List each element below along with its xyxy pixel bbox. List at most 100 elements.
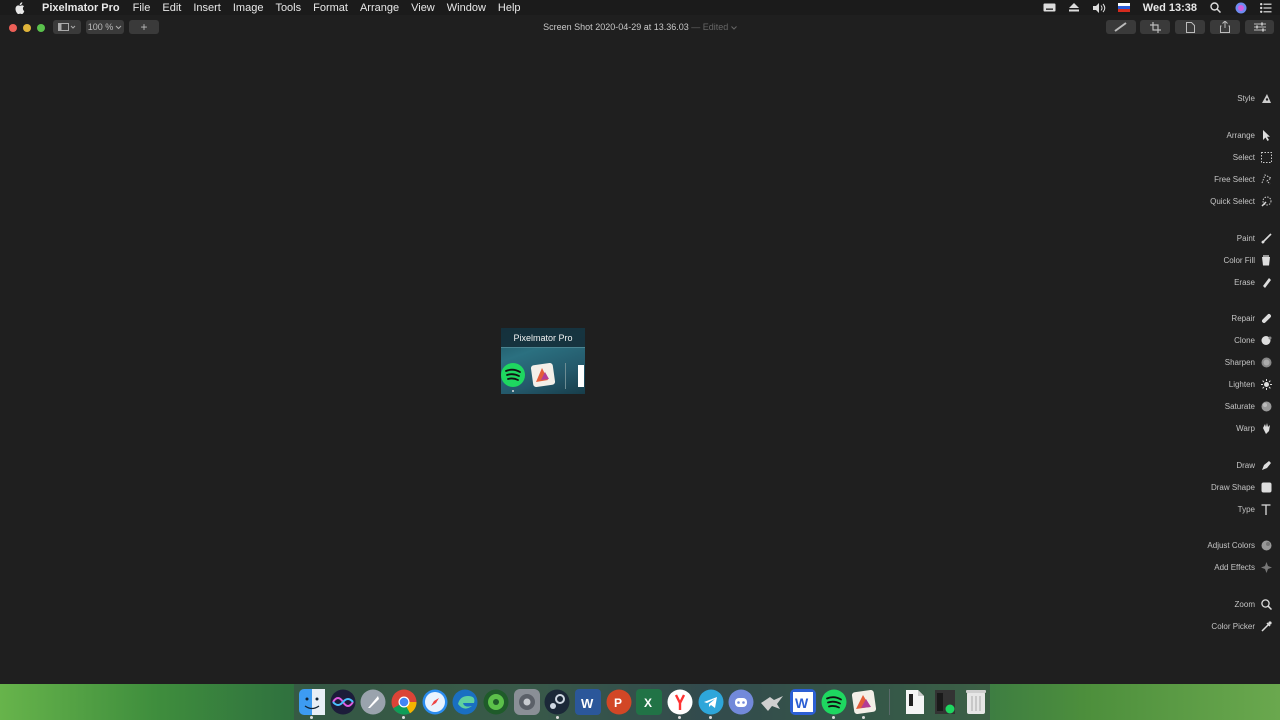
dock-finder[interactable] — [298, 688, 326, 719]
dock-edge[interactable] — [451, 688, 479, 716]
tool-color-picker[interactable]: Color Picker — [1211, 619, 1272, 633]
tool-type[interactable]: Type — [1238, 502, 1272, 516]
saturate-icon — [1260, 400, 1272, 412]
rect-select-icon — [1260, 151, 1272, 163]
eject-icon[interactable] — [1068, 2, 1081, 13]
keyboard-icon[interactable] — [1043, 2, 1056, 13]
dock-word[interactable]: W — [574, 688, 602, 716]
dock-launchpad[interactable] — [359, 688, 387, 716]
tool-color-fill[interactable]: Color Fill — [1223, 253, 1272, 267]
crop-icon — [1149, 21, 1161, 33]
tool-zoom[interactable]: Zoom — [1235, 597, 1272, 611]
menu-tools[interactable]: Tools — [269, 2, 307, 14]
document-icon — [1185, 21, 1195, 33]
window-toolbar: 100 % + Screen Shot 2020-04-29 at 13.36.… — [0, 15, 1280, 41]
tool-warp[interactable]: Warp — [1236, 421, 1272, 435]
style-icon — [1260, 92, 1272, 104]
tool-label: Free Select — [1214, 174, 1255, 184]
tool-label: Saturate — [1224, 401, 1255, 411]
menu-window[interactable]: Window — [441, 2, 492, 14]
tool-label: Sharpen — [1224, 357, 1255, 367]
adjustments-button[interactable] — [1245, 20, 1274, 34]
tool-add-effects[interactable]: Add Effects — [1214, 560, 1272, 574]
tool-label: Type — [1237, 504, 1255, 514]
dock-steam[interactable] — [544, 688, 572, 719]
tool-label: Repair — [1231, 313, 1255, 323]
tool-label: Quick Select — [1210, 196, 1255, 206]
brush-icon — [1260, 232, 1272, 244]
menu-edit[interactable]: Edit — [156, 2, 187, 14]
menu-app-name[interactable]: Pixelmator Pro — [36, 2, 127, 14]
tool-select[interactable]: Select — [1233, 150, 1272, 164]
tool-quick-select[interactable]: Quick Select — [1210, 194, 1272, 208]
dock-pixelmator-pro[interactable] — [850, 688, 878, 719]
menu-bar: Pixelmator Pro File Edit Insert Image To… — [0, 0, 1280, 15]
document-button[interactable] — [1175, 20, 1205, 34]
svg-text:X: X — [644, 696, 652, 710]
share-button[interactable] — [1210, 20, 1240, 34]
lasso-icon — [1260, 173, 1272, 185]
quick-select-icon — [1260, 195, 1272, 207]
tool-paint[interactable]: Paint — [1237, 231, 1272, 245]
tool-adjust-colors[interactable]: Adjust Colors — [1207, 538, 1272, 552]
volume-icon[interactable] — [1092, 2, 1106, 13]
dock-yandex[interactable] — [666, 688, 694, 719]
tool-repair[interactable]: Repair — [1231, 311, 1272, 325]
tool-erase[interactable]: Erase — [1234, 275, 1272, 289]
crop-button[interactable] — [1140, 20, 1170, 34]
svg-text:W: W — [581, 696, 594, 711]
menu-view[interactable]: View — [405, 2, 441, 14]
dock-powerpoint[interactable]: P — [605, 688, 633, 716]
brush-tool-button[interactable] — [1106, 20, 1136, 34]
menu-help[interactable]: Help — [492, 2, 527, 14]
tool-lighten[interactable]: Lighten — [1229, 377, 1272, 391]
spotlight-icon[interactable] — [1209, 2, 1222, 13]
notification-center-icon[interactable] — [1259, 2, 1272, 13]
share-icon — [1220, 21, 1230, 33]
tool-clone[interactable]: Clone — [1234, 333, 1272, 347]
dock-tooltip: Pixelmator Pro — [501, 328, 585, 348]
dock-webstorm[interactable]: W — [789, 688, 817, 716]
tool-saturate[interactable]: Saturate — [1225, 399, 1272, 413]
dock-silverlock[interactable] — [482, 688, 510, 716]
adjust-colors-icon — [1260, 539, 1272, 551]
eyedropper-icon — [1260, 620, 1272, 632]
tool-label: Adjust Colors — [1207, 540, 1255, 550]
dock-siri[interactable] — [329, 688, 357, 716]
tool-style[interactable]: Style — [1237, 91, 1272, 105]
tool-label: Arrange — [1226, 130, 1255, 140]
apple-icon[interactable] — [12, 1, 26, 15]
dock-safari[interactable] — [421, 688, 449, 716]
dock-trash[interactable] — [962, 688, 990, 716]
svg-text:W: W — [795, 695, 809, 711]
dock-terminal-preview[interactable] — [932, 688, 960, 716]
tool-label: Style — [1237, 93, 1255, 103]
eraser-icon — [1260, 276, 1272, 288]
menu-format[interactable]: Format — [307, 2, 354, 14]
tool-label: Select — [1232, 152, 1255, 162]
menu-arrange[interactable]: Arrange — [354, 2, 405, 14]
sharpen-icon — [1260, 356, 1272, 368]
tool-arrange[interactable]: Arrange — [1227, 128, 1272, 142]
dock-spotify[interactable] — [820, 688, 848, 719]
clock[interactable]: Wed 13:38 — [1143, 2, 1197, 14]
shape-icon — [1260, 481, 1272, 493]
siri-icon[interactable] — [1234, 2, 1247, 13]
menu-image[interactable]: Image — [227, 2, 270, 14]
tool-sharpen[interactable]: Sharpen — [1225, 355, 1272, 369]
flag-icon[interactable] — [1118, 2, 1131, 13]
menu-insert[interactable]: Insert — [187, 2, 227, 14]
dock-document[interactable] — [901, 688, 929, 716]
brush-icon — [1114, 22, 1127, 32]
dock-chrome[interactable] — [390, 688, 418, 719]
menu-file[interactable]: File — [127, 2, 157, 14]
dock-discord[interactable] — [728, 688, 756, 716]
document-title[interactable]: Screen Shot 2020-04-29 at 13.36.03 — Edi… — [0, 22, 1280, 32]
dock-excel[interactable]: X — [636, 688, 664, 716]
tool-draw-shape[interactable]: Draw Shape — [1211, 480, 1272, 494]
tool-free-select[interactable]: Free Select — [1214, 172, 1272, 186]
dock-system-preferences[interactable] — [513, 688, 541, 716]
tool-draw[interactable]: Draw — [1236, 458, 1272, 472]
dock-telegram[interactable] — [697, 688, 725, 719]
dock-vpn[interactable] — [758, 688, 786, 716]
